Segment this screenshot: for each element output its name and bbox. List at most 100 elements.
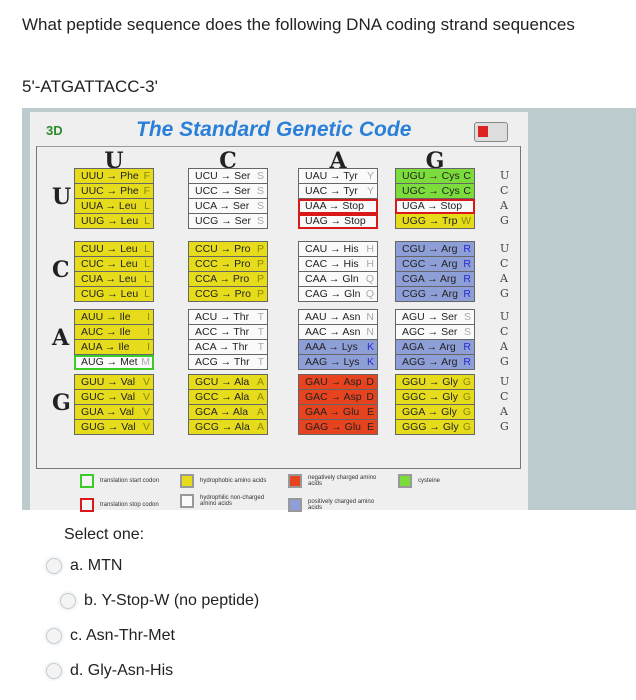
answer-option[interactable]: d. Gly-Asn-His <box>46 662 173 680</box>
codon-cell: GUU → Val V <box>74 374 154 390</box>
codon-cell: GGU → Gly G <box>395 374 475 390</box>
amino-acid-letter: G <box>462 376 471 388</box>
amino-acid-letter: E <box>366 406 374 418</box>
codon-text: UAG → Stop <box>305 215 366 227</box>
amino-acid-letter: V <box>142 391 150 403</box>
amino-acid-letter: L <box>144 288 150 300</box>
amino-acid-letter: P <box>256 288 264 300</box>
amino-acid-letter: P <box>256 258 264 270</box>
codon-text: CAC → His <box>305 258 359 270</box>
codon-text: CAA → Gln <box>305 273 359 285</box>
third-base-labels: UCAG <box>500 241 512 301</box>
legend-label: hydrophobic amino acids <box>200 478 267 484</box>
codon-text: CGG → Arg <box>402 288 459 300</box>
codon-cell: UUC → Phe F <box>74 184 154 199</box>
third-base-label: A <box>500 272 508 285</box>
codon-cell: UGA → Stop <box>395 199 475 214</box>
codon-cell: UGC → Cys C <box>395 184 475 199</box>
legend-label: positively charged amino acids <box>308 499 375 511</box>
table-title-bar: 3D The Standard Genetic Code <box>36 116 520 147</box>
codon-cell: AGG → Arg R <box>395 355 475 370</box>
codon-text: AAA → Lys <box>305 341 358 353</box>
radio-button[interactable] <box>60 593 76 609</box>
answer-option[interactable]: c. Asn-Thr-Met <box>46 627 175 645</box>
codon-block: AAU → Asn N AAC → Asn N AAA → Lys K AAG → Lys K <box>298 309 378 370</box>
radio-button[interactable] <box>46 663 62 679</box>
answer-option[interactable]: b. Y-Stop-W (no peptide) <box>60 592 259 610</box>
codon-cell: CGU → Arg R <box>395 241 475 257</box>
codon-text: ACU → Thr <box>195 311 250 323</box>
codon-text: GGG → Gly <box>402 421 459 433</box>
third-base-label: C <box>500 325 509 338</box>
codon-cell: CUA → Leu L <box>74 272 154 287</box>
codon-text: GCG → Ala <box>195 421 250 433</box>
codon-cell: UGU → Cys C <box>395 168 475 184</box>
amino-acid-letter: D <box>366 391 374 403</box>
codon-cell: GUC → Val V <box>74 390 154 405</box>
legend-item: translation start codon <box>80 474 159 488</box>
codon-cell: GCA → Ala A <box>188 405 268 420</box>
option-label[interactable]: c. Asn-Thr-Met <box>70 627 175 645</box>
third-base-label: U <box>500 242 510 255</box>
codon-text: CCU → Pro <box>195 243 251 255</box>
codon-cell: CUG → Leu L <box>74 287 154 302</box>
amino-acid-letter: D <box>366 376 374 388</box>
amino-acid-letter: A <box>256 406 264 418</box>
table-title: The Standard Genetic Code <box>136 118 412 141</box>
amino-acid-letter: Q <box>365 273 374 285</box>
option-label[interactable]: b. Y-Stop-W (no peptide) <box>84 592 259 610</box>
amino-acid-letter: I <box>147 326 150 338</box>
codon-text: UGU → Cys <box>402 170 460 182</box>
amino-acid-letter: K <box>366 341 374 353</box>
answer-option[interactable]: a. MTN <box>46 557 122 575</box>
legend-swatch <box>180 494 194 508</box>
codon-cell: CAG → Gln Q <box>298 287 378 302</box>
third-base-label: U <box>500 169 510 182</box>
legend-swatch <box>80 498 94 512</box>
codon-cell: UUG → Leu L <box>74 214 154 229</box>
codon-cell: UCG → Ser S <box>188 214 268 229</box>
amino-acid-letter: R <box>463 273 471 285</box>
codon-text: GUC → Val <box>81 391 136 403</box>
amino-acid-letter: T <box>257 341 264 353</box>
codon-cell: GAA → Glu E <box>298 405 378 420</box>
radio-button[interactable] <box>46 628 62 644</box>
row-header: C <box>52 257 70 283</box>
legend-swatch <box>288 498 302 512</box>
amino-acid-letter: F <box>143 170 150 182</box>
codon-cell: ACC → Thr T <box>188 325 268 340</box>
option-label[interactable]: a. MTN <box>70 557 122 575</box>
question-text: What peptide sequence does the following… <box>22 15 575 34</box>
amino-acid-letter: P <box>256 243 264 255</box>
codon-cell: CUC → Leu L <box>74 257 154 272</box>
codon-text: GAC → Asp <box>305 391 362 403</box>
codon-cell: GUA → Val V <box>74 405 154 420</box>
third-base-label: A <box>500 199 508 212</box>
codon-text: CAG → Gln <box>305 288 361 300</box>
amino-acid-letter: R <box>463 341 471 353</box>
publisher-badge-icon <box>474 122 508 142</box>
legend-swatch <box>288 474 302 488</box>
option-label[interactable]: d. Gly-Asn-His <box>70 662 173 680</box>
codon-cell: GCC → Ala A <box>188 390 268 405</box>
codon-text: CGA → Arg <box>402 273 457 285</box>
amino-acid-letter: K <box>366 356 374 368</box>
codon-cell: AGA → Arg R <box>395 340 475 355</box>
codon-text: CAU → His <box>305 243 359 255</box>
legend-item: translation stop codon <box>80 498 159 512</box>
codon-cell: CAU → His H <box>298 241 378 257</box>
amino-acid-letter: S <box>463 326 471 338</box>
third-base-labels: UCAG <box>500 309 512 369</box>
codon-block: CGU → Arg R CGC → Arg R CGA → Arg R CGG → Arg R <box>395 241 475 302</box>
third-base-label: A <box>500 340 508 353</box>
codon-cell: AUG → Met M <box>74 355 154 370</box>
codon-cell: GGC → Gly G <box>395 390 475 405</box>
row-header: U <box>52 184 72 210</box>
amino-acid-letter: G <box>462 391 471 403</box>
logo: 3D <box>46 123 63 138</box>
amino-acid-letter: A <box>256 421 264 433</box>
codon-text: GUA → Val <box>81 406 134 418</box>
amino-acid-letter: Y <box>366 170 374 182</box>
radio-button[interactable] <box>46 558 62 574</box>
codon-text: CUC → Leu <box>81 258 138 270</box>
